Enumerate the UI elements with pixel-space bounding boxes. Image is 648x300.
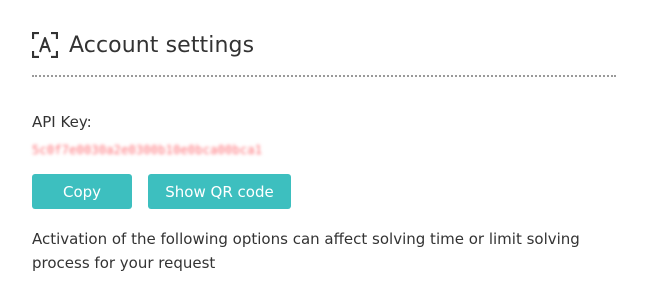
copy-button[interactable]: Copy xyxy=(32,174,132,209)
api-key-value: 5c0f7e0030a2e0300b10e0bca00bca1 xyxy=(32,143,263,157)
section-divider xyxy=(32,75,616,77)
show-qr-code-button[interactable]: Show QR code xyxy=(148,174,291,209)
options-notice: Activation of the following options can … xyxy=(32,230,580,272)
section-header: Account settings xyxy=(32,32,254,58)
page-title: Account settings xyxy=(69,32,255,58)
api-key-label: API Key: xyxy=(32,113,92,131)
text-recognition-icon xyxy=(32,32,58,58)
